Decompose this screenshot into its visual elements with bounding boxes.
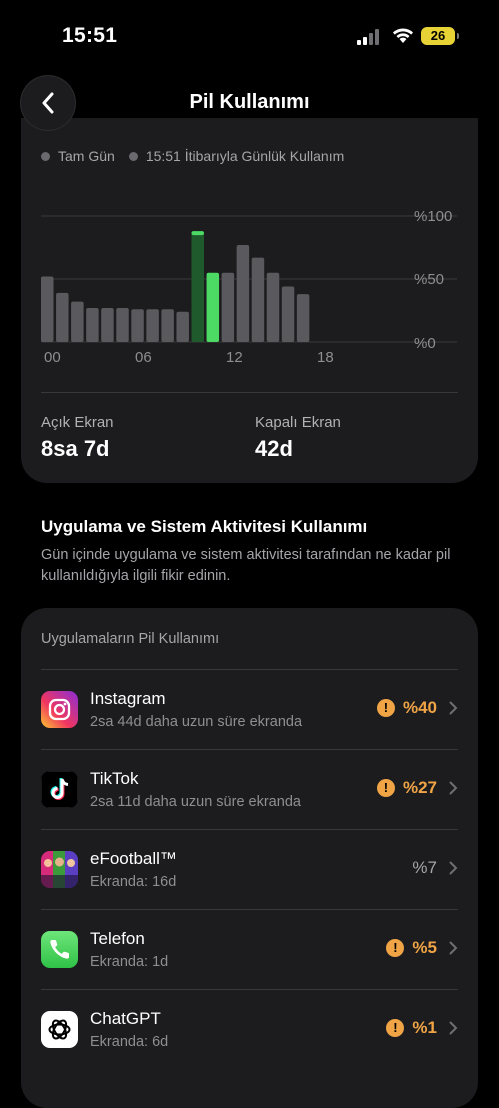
x-tick-label: 18 bbox=[317, 349, 334, 366]
usage-percent: %40 bbox=[402, 698, 437, 717]
efootball-icon bbox=[41, 851, 78, 888]
app-name: ChatGPT bbox=[90, 1009, 161, 1028]
chart-bar[interactable] bbox=[191, 231, 205, 342]
status-bar: 15:51 26 bbox=[0, 0, 499, 70]
usage-percent: %7 bbox=[412, 858, 437, 877]
app-usage: ! %1 bbox=[386, 1018, 458, 1038]
usage-percent: %27 bbox=[402, 778, 437, 797]
chart-bar[interactable] bbox=[281, 286, 295, 342]
stat-value: 8sa 7d bbox=[41, 436, 110, 461]
cellular-signal-icon bbox=[357, 29, 379, 45]
battery-usage-chart[interactable]: %100 %50 %0 00 06 12 18 bbox=[21, 118, 478, 378]
app-row-chatgpt[interactable]: ChatGPT Ekranda: 6d ! %1 bbox=[41, 989, 458, 1070]
chart-bar-cap bbox=[191, 231, 204, 236]
app-detail: 2sa 11d daha uzun süre ekranda bbox=[90, 794, 301, 810]
chevron-right-icon bbox=[449, 781, 458, 795]
app-name: Instagram bbox=[90, 689, 166, 708]
chevron-right-icon bbox=[449, 941, 458, 955]
x-tick-label: 06 bbox=[135, 349, 152, 366]
app-usage: ! %27 bbox=[376, 778, 458, 798]
y-tick-label: %100 bbox=[414, 208, 452, 225]
chart-bar[interactable] bbox=[236, 244, 250, 342]
stat-label: Kapalı Ekran bbox=[255, 414, 341, 431]
section-title: Uygulama ve Sistem Aktivitesi Kullanımı bbox=[41, 517, 368, 536]
app-row-tiktok[interactable]: TikTok 2sa 11d daha uzun süre ekranda ! … bbox=[41, 749, 458, 830]
app-name: TikTok bbox=[90, 769, 139, 788]
chart-bar-current[interactable] bbox=[206, 272, 220, 342]
app-battery-usage-card: Uygulamaların Pil Kullanımı Instagram 2s… bbox=[21, 608, 478, 1108]
app-detail: 2sa 44d daha uzun süre ekranda bbox=[90, 714, 303, 730]
warning-icon: ! bbox=[386, 1019, 405, 1037]
status-time: 15:51 bbox=[62, 24, 118, 47]
chart-bar[interactable] bbox=[41, 276, 54, 342]
app-row-instagram[interactable]: Instagram 2sa 44d daha uzun süre ekranda… bbox=[41, 669, 458, 750]
chevron-right-icon bbox=[449, 1021, 458, 1035]
chart-bar[interactable] bbox=[266, 272, 280, 342]
wifi-icon bbox=[393, 28, 413, 43]
app-usage: %7 bbox=[412, 858, 458, 878]
chart-bar[interactable] bbox=[296, 294, 310, 342]
x-tick-label: 00 bbox=[44, 349, 61, 366]
app-detail: Ekranda: 6d bbox=[90, 1034, 169, 1050]
app-row-phone[interactable]: Telefon Ekranda: 1d ! %5 bbox=[41, 909, 458, 990]
card-title: Uygulamaların Pil Kullanımı bbox=[41, 631, 220, 647]
stat-value: 42d bbox=[255, 436, 293, 461]
chart-bar[interactable] bbox=[251, 257, 265, 342]
app-usage: ! %5 bbox=[386, 938, 458, 958]
app-row-efootball[interactable]: eFootball™ Ekranda: 16d %7 bbox=[41, 829, 458, 910]
section-description: Gün içinde uygulama ve sistem aktivitesi… bbox=[41, 547, 451, 584]
chart-bar[interactable] bbox=[221, 272, 235, 342]
y-tick-label: %50 bbox=[414, 271, 444, 288]
chart-bar[interactable] bbox=[146, 309, 159, 342]
tiktok-icon bbox=[41, 771, 78, 808]
chart-bar[interactable] bbox=[56, 292, 69, 342]
screen-off-stat: Kapalı Ekran 42d bbox=[255, 414, 341, 462]
y-tick-label: %0 bbox=[414, 335, 436, 352]
chevron-right-icon bbox=[449, 861, 458, 875]
chart-bar[interactable] bbox=[86, 307, 99, 342]
chart-bar[interactable] bbox=[131, 309, 144, 342]
chart-bar[interactable] bbox=[116, 307, 129, 342]
app-name: eFootball™ bbox=[90, 849, 177, 868]
app-detail: Ekranda: 16d bbox=[90, 874, 177, 890]
screen-on-stat: Açık Ekran 8sa 7d bbox=[41, 414, 114, 462]
usage-percent: %5 bbox=[412, 938, 437, 957]
chart-bar[interactable] bbox=[176, 311, 189, 342]
chart-bar[interactable] bbox=[71, 301, 84, 342]
app-detail: Ekranda: 1d bbox=[90, 954, 169, 970]
warning-icon: ! bbox=[386, 939, 405, 957]
instagram-icon bbox=[41, 691, 78, 728]
battery-indicator: 26 bbox=[421, 27, 459, 45]
usage-percent: %1 bbox=[412, 1018, 437, 1037]
battery-chart-card: Tam Gün 15:51 İtibarıyla Günlük Kullanım… bbox=[21, 118, 478, 483]
chevron-right-icon bbox=[449, 701, 458, 715]
warning-icon: ! bbox=[376, 699, 395, 717]
chatgpt-icon bbox=[41, 1011, 78, 1048]
warning-icon: ! bbox=[376, 779, 395, 797]
x-tick-label: 12 bbox=[226, 349, 243, 366]
phone-icon bbox=[41, 931, 78, 968]
divider bbox=[41, 392, 458, 393]
page-title: Pil Kullanımı bbox=[189, 91, 310, 113]
stat-label: Açık Ekran bbox=[41, 414, 114, 431]
chart-bar[interactable] bbox=[101, 307, 114, 342]
chart-bar[interactable] bbox=[161, 309, 174, 342]
app-name: Telefon bbox=[90, 929, 145, 948]
app-usage: ! %40 bbox=[376, 698, 458, 718]
